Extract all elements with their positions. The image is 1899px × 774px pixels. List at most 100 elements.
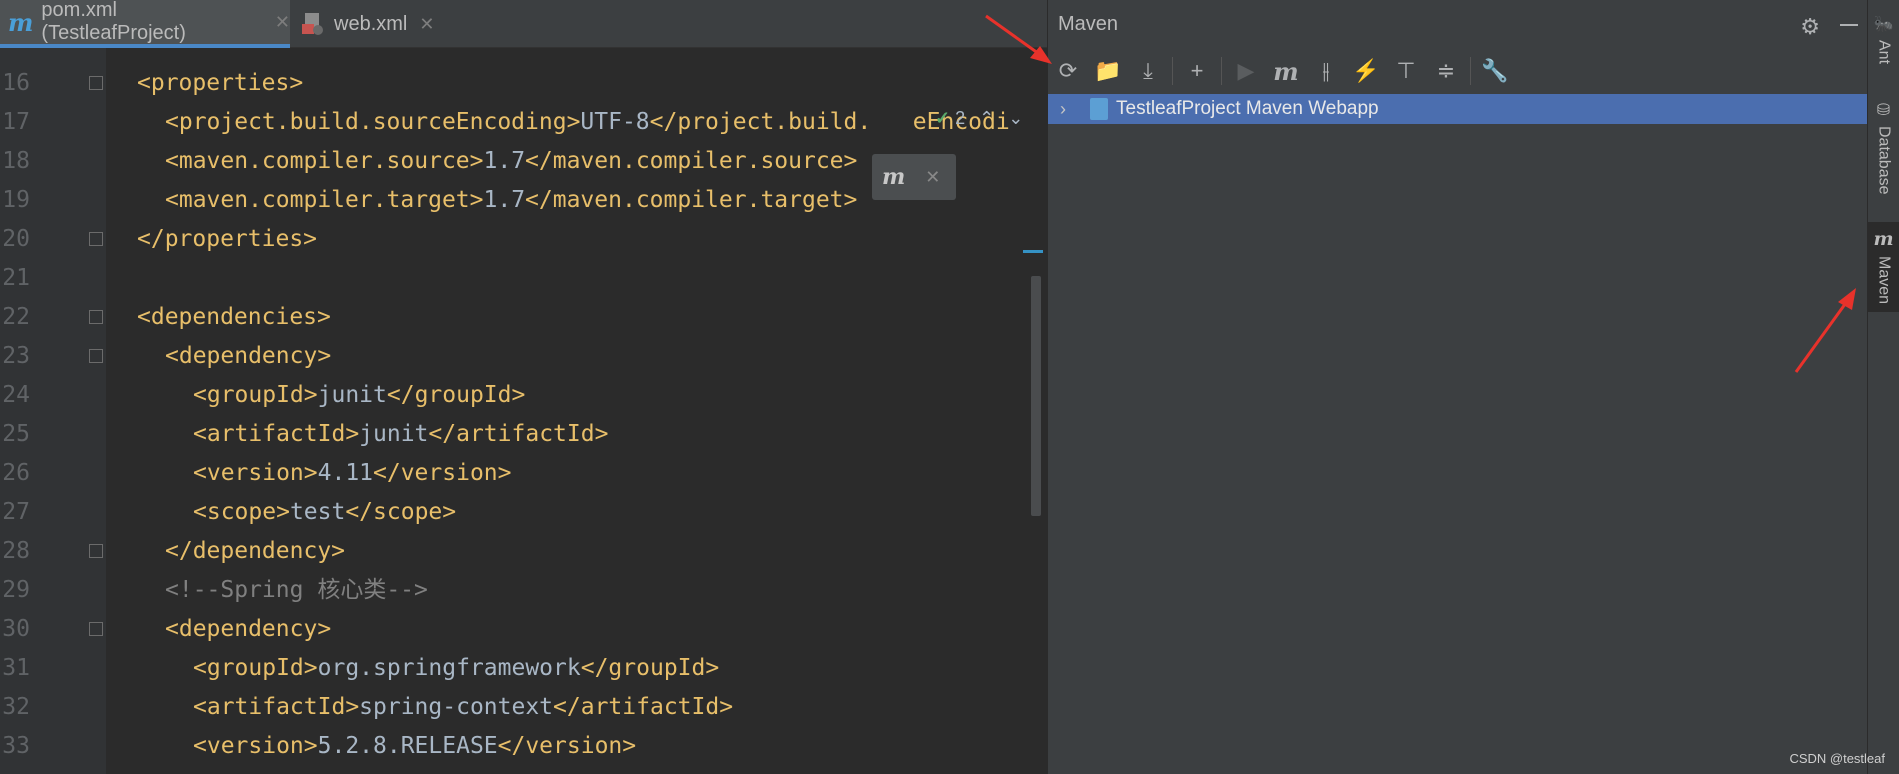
code-line[interactable]: 29 <!--Spring 核心类--> [0,571,1047,610]
collapse-all-icon[interactable]: ≑ [1426,52,1466,90]
previous-highlight-icon[interactable]: ⌃ [979,108,994,129]
code-text: <maven.compiler.source>1.7</maven.compil… [165,142,857,181]
code-text: <dependencies> [137,298,331,337]
stripe-tab-maven[interactable]: m Maven [1868,222,1899,312]
stripe-tab-ant[interactable]: 🐜 Ant [1868,14,1899,84]
code-line[interactable]: 24 <groupId>junit</groupId> [0,376,1047,415]
line-number: 19 [2,187,30,213]
inspection-widget[interactable]: ✓ 2 ⌃ ⌄ [935,106,1023,130]
execute-goal-icon[interactable]: m [1266,52,1306,90]
code-token-tag: </artifactId> [428,421,609,447]
stripe-tab-database[interactable]: ⛁ Database [1868,100,1899,210]
code-line[interactable]: 16 <properties> [0,64,1047,103]
code-line[interactable]: 20 </properties> [0,220,1047,259]
code-line[interactable]: 28 </dependency> [0,532,1047,571]
code-text: <scope>test</scope> [193,493,456,532]
code-token-tag: <dependency> [165,616,332,642]
load-maven-changes-icon[interactable]: m [882,164,905,190]
show-dependencies-icon[interactable]: ⊤ [1386,52,1426,90]
fold-marker-icon[interactable] [89,622,103,636]
close-icon[interactable]: ✕ [275,12,290,33]
settings-wrench-icon[interactable]: 🔧 [1475,52,1515,90]
add-folder-icon[interactable]: 📁 [1088,52,1128,90]
code-line[interactable]: 26 <version>4.11</version> [0,454,1047,493]
code-line[interactable]: 21 [0,259,1047,298]
code-text: <!--Spring 核心类--> [165,571,428,610]
code-token-tag: </groupId> [580,655,720,681]
line-number: 29 [2,577,30,603]
fold-marker-icon[interactable] [89,76,103,90]
line-number: 31 [2,655,30,681]
code-text: <dependency> [165,337,331,376]
line-number: 18 [2,148,30,174]
maven-tool-window: Maven ⚙ ⟳ 📁 ⤓ + ▶ m ⫲ ⚡ ⊤ ≑ 🔧 › TestleafProject Ma… [1047,0,1867,774]
toolbar-glyph: ⊤ [1396,58,1416,83]
close-icon[interactable]: ✕ [419,14,434,35]
line-number: 17 [2,109,30,135]
run-icon[interactable]: ▶ [1226,52,1266,90]
fold-marker-icon[interactable] [89,232,103,246]
code-token-tag: </project.build. [649,109,872,135]
code-token-tag: </version> [373,460,512,486]
code-line[interactable]: 25 <artifactId>junit</artifactId> [0,415,1047,454]
download-icon[interactable]: ⤓ [1128,52,1168,90]
code-line[interactable]: 22 <dependencies> [0,298,1047,337]
code-line[interactable]: 33 <version>5.2.8.RELEASE</version> [0,727,1047,766]
inspection-count: 2 [955,107,966,128]
line-number: 32 [2,694,30,720]
code-token-tag: <version> [193,733,318,759]
toolbar-glyph: m [1273,56,1299,86]
code-text: <artifactId>spring-context</artifactId> [193,688,733,727]
line-number: 28 [2,538,30,564]
code-text: <groupId>org.springframework</groupId> [193,649,719,688]
code-token-cmt: <!--Spring 核心类--> [165,577,428,603]
line-number: 20 [2,226,30,252]
check-icon: ✓ [935,107,951,128]
watermark: CSDN @testleaf [1789,751,1885,766]
database-icon: ⛁ [1876,102,1891,119]
line-number: 21 [2,265,30,291]
code-line[interactable]: 27 <scope>test</scope> [0,493,1047,532]
toggle-offline-icon[interactable]: ⫲ [1306,52,1346,90]
toolbar-glyph: ⤓ [1143,58,1153,83]
maven-load-changes-popup[interactable]: m ✕ [872,154,956,200]
code-token-tag: <project.build.sourceEncoding> [165,109,581,135]
line-number: 27 [2,499,30,525]
fold-marker-icon[interactable] [89,310,103,324]
code-line[interactable]: 23 <dependency> [0,337,1047,376]
tree-item-label: TestleafProject Maven Webapp [1116,98,1379,119]
fold-marker-icon[interactable] [89,544,103,558]
code-token-txt: junit [317,382,387,408]
code-line[interactable]: 31 <groupId>org.springframework</groupId> [0,649,1047,688]
code-text: <version>5.2.8.RELEASE</version> [193,727,636,766]
code-token-tag: </version> [497,733,637,759]
code-line[interactable]: 17 <project.build.sourceEncoding>UTF-8</p… [0,103,1047,142]
gear-icon[interactable]: ⚙ [1800,14,1820,40]
tree-item-project[interactable]: › TestleafProject Maven Webapp [1048,94,1867,124]
add-icon[interactable]: + [1177,52,1217,90]
code-token-txt: 1.7 [483,187,526,213]
close-icon[interactable]: ✕ [925,167,940,188]
code-token-txt: spring-context [359,694,554,720]
toolbar-glyph: ⟳ [1058,58,1078,83]
next-highlight-icon[interactable]: ⌄ [1008,108,1023,129]
vertical-scrollbar[interactable] [1031,276,1041,516]
code-text: <artifactId>junit</artifactId> [193,415,608,454]
tab-pom-xml[interactable]: m pom.xml (TestleafProject) ✕ [0,0,290,48]
code-text: </dependency> [165,532,345,571]
minimize-icon[interactable] [1840,24,1858,26]
code-editor[interactable]: 16 <properties> 17 <project.build.sourceEnc… [0,48,1047,774]
tab-web-xml[interactable]: web.xml ✕ [302,0,442,48]
ant-icon: 🐜 [1873,16,1894,33]
right-tool-stripe: 🐜 Ant ⛁ Database m Maven [1867,0,1899,774]
maven-m-icon: m [8,7,34,37]
skip-tests-icon[interactable]: ⚡ [1346,52,1386,90]
code-text: </properties> [137,220,317,259]
code-line[interactable]: 32 <artifactId>spring-context</artifactId… [0,688,1047,727]
chevron-right-icon[interactable]: › [1060,99,1080,120]
fold-marker-icon[interactable] [89,349,103,363]
tab-label: pom.xml (TestleafProject) [41,0,186,44]
code-token-tag: </properties> [137,226,318,252]
line-number: 33 [2,733,30,759]
code-line[interactable]: 30 <dependency> [0,610,1047,649]
